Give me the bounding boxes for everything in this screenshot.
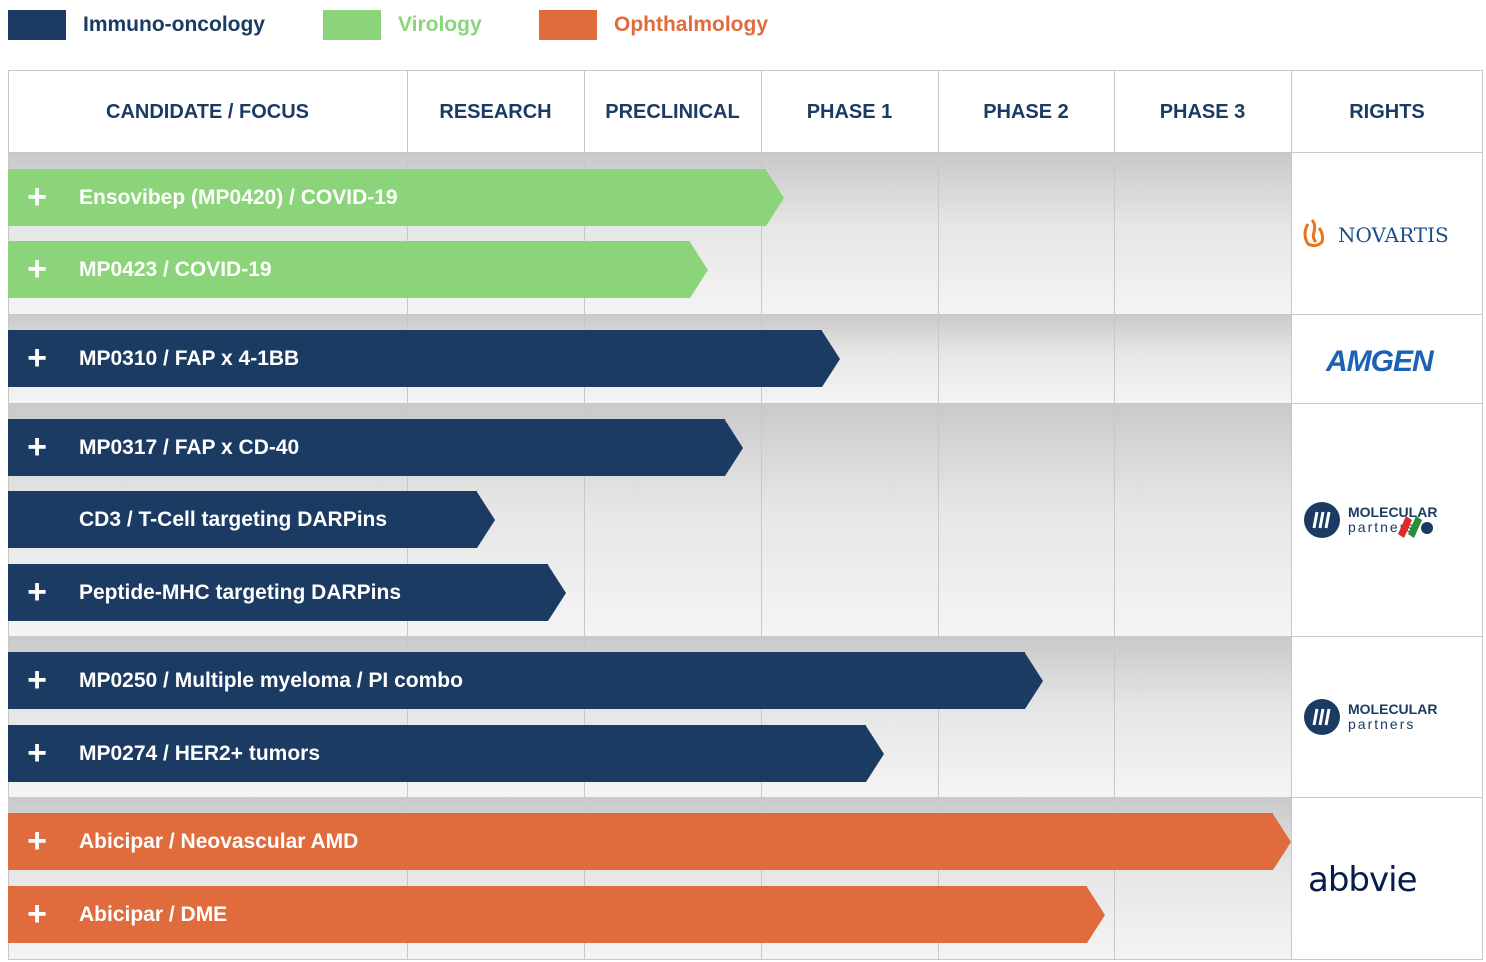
molecular-top-text: MOLECULAR xyxy=(1348,701,1437,717)
pipeline-bar-label: MP0250 / Multiple myeloma / PI combo xyxy=(79,668,463,692)
expand-plus-icon[interactable]: + xyxy=(8,241,66,298)
pipeline-bar-label: MP0274 / HER2+ tumors xyxy=(79,741,321,765)
abbvie-logo: abbvie xyxy=(1308,860,1418,900)
rights-cell-molecular-1: MOLECULAR partners xyxy=(1291,403,1483,636)
pipeline-bar[interactable]: CD3 / T-Cell targeting DARPins xyxy=(8,491,496,548)
pipeline-bar[interactable]: + Abicipar / DME xyxy=(8,886,1106,943)
amgen-logo: AMGEN xyxy=(1325,345,1436,377)
molecular-top-text: MOLECULAR xyxy=(1348,504,1437,520)
grid-line xyxy=(1291,70,1292,960)
pipeline-bar-arrow xyxy=(689,241,708,298)
legend-label: Immuno-oncology xyxy=(83,13,265,36)
pipeline-bar-body: + MP0310 / FAP x 4-1BB xyxy=(8,330,823,387)
grid-line xyxy=(1482,70,1483,960)
pipeline-bar-arrow xyxy=(765,169,784,226)
grid-line xyxy=(8,959,1483,960)
group-separator xyxy=(8,314,1483,315)
legend-item-virology: Virology xyxy=(323,10,482,40)
legend-swatch xyxy=(539,10,597,40)
pipeline-bar-label: MP0423 / COVID-19 xyxy=(79,257,272,281)
rights-cell-amgen: AMGEN xyxy=(1291,314,1483,403)
pipeline-bar-body: + MP0317 / FAP x CD-40 xyxy=(8,419,725,476)
pipeline-bar-arrow xyxy=(724,419,743,476)
novartis-logo: NOVARTIS xyxy=(1303,218,1449,247)
molecular-bottom-text: partners xyxy=(1348,716,1415,732)
header-phase1: PHASE 1 xyxy=(806,101,893,123)
expand-plus-icon[interactable]: + xyxy=(8,169,66,226)
pipeline-bar-body: + MP0423 / COVID-19 xyxy=(8,241,690,298)
pipeline-bar-label: CD3 / T-Cell targeting DARPins xyxy=(79,507,388,531)
expand-plus-icon[interactable]: + xyxy=(8,725,66,782)
abbvie-text: abbvie xyxy=(1308,860,1417,900)
pipeline-bar-arrow xyxy=(866,725,885,782)
header-phase3: PHASE 3 xyxy=(1159,101,1246,123)
pipeline-bar-label: MP0310 / FAP x 4-1BB xyxy=(79,346,300,370)
pipeline-bar-body: + Abicipar / DME xyxy=(8,886,1088,943)
pipeline-bar-arrow xyxy=(548,564,567,621)
legend-label: Virology xyxy=(398,13,482,36)
legend-item-immuno-oncology: Immuno-oncology xyxy=(8,10,265,40)
pipeline-bar[interactable]: + Abicipar / Neovascular AMD xyxy=(8,813,1291,870)
pipeline-bar-label: Abicipar / DME xyxy=(79,902,228,926)
molecular-partners-logo: MOLECULAR partners xyxy=(1304,501,1437,538)
legend-item-ophthalmology: Ophthalmology xyxy=(539,10,768,40)
pipeline-bar-label: Abicipar / Neovascular AMD xyxy=(79,829,359,853)
pipeline-bar-body: + MP0250 / Multiple myeloma / PI combo xyxy=(8,652,1026,709)
header-rights: RIGHTS xyxy=(1349,101,1425,123)
expand-plus-icon[interactable]: + xyxy=(8,330,66,387)
pipeline-bar-body: + Abicipar / Neovascular AMD xyxy=(8,813,1273,870)
pipeline-bar-arrow xyxy=(1087,886,1106,943)
pipeline-bar[interactable]: + MP0310 / FAP x 4-1BB xyxy=(8,330,841,387)
pipeline-bar-label: Ensovibep (MP0420) / COVID-19 xyxy=(79,185,398,209)
pipeline-bar[interactable]: + Peptide-MHC targeting DARPins xyxy=(8,564,567,621)
rights-cell-novartis: NOVARTIS xyxy=(1291,153,1483,314)
pipeline-bar-body: + Peptide-MHC targeting DARPins xyxy=(8,564,549,621)
pipeline-bar[interactable]: + MP0274 / HER2+ tumors xyxy=(8,725,885,782)
rights-cell-molecular-2: MOLECULAR partners xyxy=(1291,636,1483,797)
rights-cell-abbvie: abbvie xyxy=(1291,797,1483,960)
novartis-text: NOVARTIS xyxy=(1338,223,1449,247)
pipeline-bar-body: CD3 / T-Cell targeting DARPins xyxy=(8,491,478,548)
header-research: RESEARCH xyxy=(439,101,552,123)
pipeline-bar-label: Peptide-MHC targeting DARPins xyxy=(79,580,402,604)
header-candidate: CANDIDATE / FOCUS xyxy=(106,101,309,123)
group-separator xyxy=(8,403,1483,404)
pipeline-bar-arrow xyxy=(477,491,496,548)
molecular-partners-logo: MOLECULAR partners xyxy=(1304,698,1437,735)
pipeline-bar-arrow xyxy=(822,330,841,387)
group-separator xyxy=(8,636,1483,637)
expand-plus-icon[interactable]: + xyxy=(8,886,66,943)
pipeline-bar-arrow xyxy=(1025,652,1044,709)
pipeline-bar[interactable]: + Ensovibep (MP0420) / COVID-19 xyxy=(8,169,784,226)
legend-label: Ophthalmology xyxy=(614,13,768,36)
legend-swatch xyxy=(8,10,66,40)
pipeline-chart: NOVARTIS AMGEN MOLECULAR partners MOLECU… xyxy=(8,70,1483,960)
header-preclinical: PRECLINICAL xyxy=(605,101,740,123)
expand-plus-icon[interactable]: + xyxy=(8,652,66,709)
pipeline-bar[interactable]: + MP0317 / FAP x CD-40 xyxy=(8,419,743,476)
table-header: CANDIDATE / FOCUS RESEARCH PRECLINICAL P… xyxy=(8,70,1483,153)
pipeline-bar-body: + MP0274 / HER2+ tumors xyxy=(8,725,867,782)
expand-plus-icon[interactable]: + xyxy=(8,419,66,476)
amgen-text: AMGEN xyxy=(1325,345,1435,377)
expand-plus-icon[interactable]: + xyxy=(8,564,66,621)
header-phase2: PHASE 2 xyxy=(983,101,1069,123)
pipeline-bar-body: + Ensovibep (MP0420) / COVID-19 xyxy=(8,169,766,226)
pipeline-bar-label: MP0317 / FAP x CD-40 xyxy=(79,435,300,459)
pipeline-bar[interactable]: + MP0423 / COVID-19 xyxy=(8,241,708,298)
group-separator xyxy=(8,797,1483,798)
expand-plus-icon[interactable]: + xyxy=(8,813,66,870)
legend-swatch xyxy=(323,10,381,40)
pipeline-bar-arrow xyxy=(1273,813,1291,870)
pipeline-bar[interactable]: + MP0250 / Multiple myeloma / PI combo xyxy=(8,652,1044,709)
